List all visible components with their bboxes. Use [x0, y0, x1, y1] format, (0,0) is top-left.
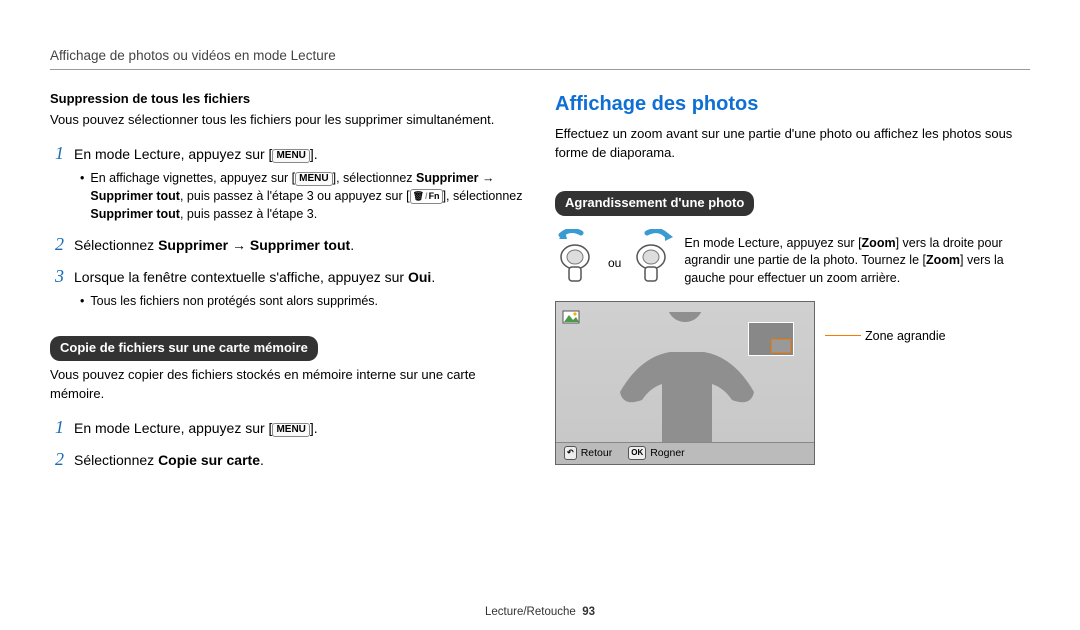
step-1a-sub: • En affichage vignettes, appuyez sur [M… [80, 169, 525, 223]
suppression-intro: Vous pouvez sélectionner tous les fichie… [50, 111, 525, 130]
zoom-description: En mode Lecture, appuyez sur [Zoom] vers… [684, 229, 1030, 288]
step-number: 3 [50, 263, 64, 289]
step-1b: 1 En mode Lecture, appuyez sur [MENU]. [50, 414, 525, 440]
step-2b: 2 Sélectionnez Copie sur carte. [50, 446, 525, 472]
step-3a: 3 Lorsque la fenêtre contextuelle s'affi… [50, 263, 525, 289]
t: . [431, 269, 435, 285]
t: , puis passez à l'étape 3 ou appuyez sur… [180, 189, 410, 203]
t: ], sélectionnez [333, 171, 416, 185]
content-columns: Suppression de tous les fichiers Vous po… [50, 90, 1030, 472]
step-number: 2 [50, 446, 64, 472]
suppression-heading: Suppression de tous les fichiers [50, 90, 525, 109]
menu-button-icon: MENU [272, 423, 309, 437]
callout-label: Zone agrandie [865, 327, 946, 345]
page-footer: Lecture/Retouche 93 [0, 606, 1080, 618]
t: En mode Lecture, appuyez sur [ [684, 236, 861, 250]
step-2a: 2 Sélectionnez Supprimer → Supprimer tou… [50, 231, 525, 257]
t: Supprimer [158, 237, 228, 253]
bullet-dot: • [80, 169, 84, 223]
t: → [479, 171, 495, 185]
step-number: 1 [50, 414, 64, 440]
ok-icon: OK [628, 446, 646, 460]
t: En affichage vignettes, appuyez sur [ [90, 171, 295, 185]
zoom-callout: Zone agrandie [825, 327, 946, 345]
preview-bottom-bar: ↶ Retour OK Rogner [556, 442, 814, 464]
step-number: 1 [50, 140, 64, 166]
trash-fn-icon: 🗑/Fn [410, 189, 443, 204]
zoom-row: ou En mode Lecture, appuyez sur [Zoom] v… [555, 229, 1030, 289]
copy-badge: Copie de fichiers sur une carte mémoire [50, 336, 318, 361]
ou-label: ou [608, 245, 621, 272]
t: Supprimer tout [250, 237, 350, 253]
step-1a-text-pre: En mode Lecture, appuyez sur [ [74, 146, 272, 162]
t: Supprimer tout [90, 189, 180, 203]
zoom-dial-left-icon [555, 229, 600, 289]
zoom-minimap-highlight [771, 339, 791, 353]
t: Oui [408, 269, 431, 285]
t: Supprimer tout [90, 207, 180, 221]
t: Sélectionnez [74, 452, 158, 468]
preview-body [556, 302, 814, 442]
menu-button-icon: MENU [272, 149, 309, 163]
step-1a-text-post: ]. [310, 146, 318, 162]
preview-wrap: ↶ Retour OK Rogner Zone agrandie [555, 301, 1030, 465]
step-3a-sub: • Tous les fichiers non protégés sont al… [80, 292, 525, 310]
t: Zoom [926, 253, 960, 267]
step-number: 2 [50, 231, 64, 257]
page-number: 93 [582, 606, 595, 618]
t: Supprimer [416, 171, 479, 185]
t: ]. [310, 420, 318, 436]
copy-intro: Vous pouvez copier des fichiers stockés … [50, 366, 525, 404]
t: , puis passez à l'étape 3. [180, 207, 317, 221]
t: Copie sur carte [158, 452, 260, 468]
footer-section: Lecture/Retouche [485, 606, 576, 618]
step-1a: 1 En mode Lecture, appuyez sur [MENU]. [50, 140, 525, 166]
callout-line [825, 335, 861, 336]
dial-group: ou [555, 229, 674, 289]
photo-preview: ↶ Retour OK Rogner [555, 301, 815, 465]
left-column: Suppression de tous les fichiers Vous po… [50, 90, 525, 472]
t: ], sélectionnez [443, 189, 523, 203]
t: Zoom [862, 236, 896, 250]
retour-label: Retour [581, 446, 613, 461]
photo-thumb-icon [562, 308, 580, 326]
zoom-dial-right-icon [629, 229, 674, 289]
t: . [350, 237, 354, 253]
rogner-button[interactable]: OK Rogner [620, 443, 692, 464]
t: → [228, 237, 250, 253]
t: Sélectionnez [74, 237, 158, 253]
t: Lorsque la fenêtre contextuelle s'affich… [74, 269, 408, 285]
back-icon: ↶ [564, 446, 577, 460]
t: En mode Lecture, appuyez sur [ [74, 420, 272, 436]
menu-button-icon: MENU [295, 172, 332, 186]
zoom-badge: Agrandissement d'une photo [555, 191, 754, 216]
child-silhouette-icon [600, 312, 770, 442]
section-intro: Effectuez un zoom avant sur une partie d… [555, 125, 1030, 163]
header-rule [50, 69, 1030, 70]
t: Tous les fichiers non protégés sont alor… [90, 292, 378, 310]
section-title: Affichage des photos [555, 90, 1030, 119]
rogner-label: Rogner [650, 446, 684, 461]
page-header: Affichage de photos ou vidéos en mode Le… [50, 48, 1030, 63]
bullet-dot: • [80, 292, 84, 310]
right-column: Affichage des photos Effectuez un zoom a… [555, 90, 1030, 472]
retour-button[interactable]: ↶ Retour [556, 443, 620, 464]
t: . [260, 452, 264, 468]
